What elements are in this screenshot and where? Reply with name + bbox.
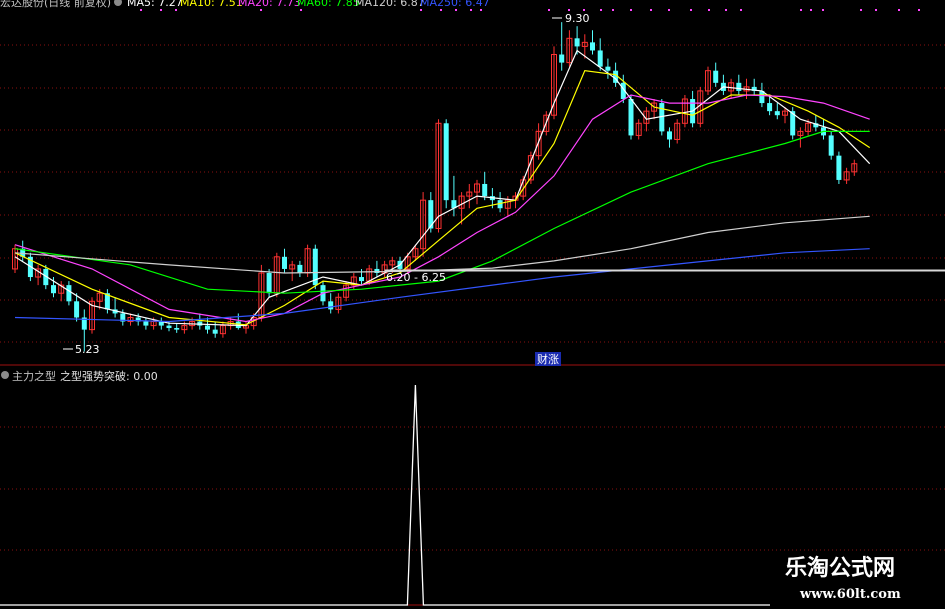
candle-body xyxy=(443,123,449,201)
marker-dot xyxy=(480,9,482,11)
marker-dot xyxy=(810,9,812,11)
marker-dot xyxy=(470,9,472,11)
marker-dot xyxy=(583,9,585,11)
legend-ma10: MA10: 7.51 xyxy=(180,0,243,9)
candle-body xyxy=(836,155,842,180)
candle-body xyxy=(297,264,303,273)
candle-body xyxy=(559,54,565,63)
candle-body xyxy=(605,66,611,71)
legend-ma5: MA5: 7.27 xyxy=(127,0,183,9)
marker-dot xyxy=(708,9,710,11)
marker-dot xyxy=(630,9,632,11)
candle-body xyxy=(328,301,334,310)
marker-dot xyxy=(800,9,802,11)
sub-legend: 主力之型 之型强势突破: 0.00 xyxy=(1,369,158,383)
marker-dot xyxy=(612,9,614,11)
candle-body xyxy=(66,285,72,302)
marker-dot xyxy=(455,9,457,11)
sub-indicator-value: 之型强势突破: 0.00 xyxy=(60,369,158,383)
candle-body xyxy=(828,135,834,156)
tag-badge-label: 财涨 xyxy=(537,352,559,366)
watermark-url: www.60lt.com xyxy=(799,587,901,602)
marker-dot xyxy=(420,9,422,11)
candle-body xyxy=(266,272,272,294)
marker-dot xyxy=(875,9,877,11)
candle-body xyxy=(736,82,742,91)
marker-dot xyxy=(140,9,142,11)
candle-body xyxy=(713,70,719,83)
marker-dot xyxy=(740,9,742,11)
candle-body xyxy=(282,256,287,269)
candle-body xyxy=(774,111,780,116)
marker-dot xyxy=(600,9,602,11)
candle-body xyxy=(767,103,773,112)
candle-body xyxy=(359,277,364,282)
chart-background xyxy=(0,0,945,609)
stock-title: 宏达股份(日线 前复权) xyxy=(0,0,111,9)
candle-body xyxy=(590,42,595,51)
candle-body xyxy=(174,328,180,330)
marker-dot xyxy=(650,9,652,11)
candle-body xyxy=(374,268,380,273)
watermark-title: 乐淘公式网 xyxy=(785,555,895,581)
marker-dot xyxy=(668,9,670,11)
candle-body xyxy=(597,50,603,67)
marker-dot xyxy=(860,9,862,11)
candle xyxy=(836,151,842,184)
legend-ma20: MA20: 7.73 xyxy=(238,0,301,9)
low-price-label: 5.23 xyxy=(75,343,100,356)
marker-dot xyxy=(918,9,920,11)
range-label: 6.20 - 6.25 xyxy=(386,271,446,284)
candle-body xyxy=(482,183,488,197)
sub-panel-title: 主力之型 xyxy=(12,369,56,383)
marker-dot xyxy=(725,9,727,11)
candle xyxy=(828,131,834,160)
main-legend: 宏达股份(日线 前复权) MA5: 7.27 MA10: 7.51 MA20: … xyxy=(0,0,490,9)
marker-dot xyxy=(300,9,302,11)
candle-body xyxy=(628,99,634,136)
candle-body xyxy=(166,325,172,329)
legend-ma120: MA120: 6.87 xyxy=(355,0,425,9)
candle-body xyxy=(212,329,218,334)
candle-body xyxy=(51,285,56,294)
marker-dot xyxy=(690,9,692,11)
candle-body xyxy=(205,325,210,330)
high-price-label: 9.30 xyxy=(565,12,590,25)
candle xyxy=(443,119,449,209)
candle-body xyxy=(74,301,80,318)
candle xyxy=(312,244,318,290)
watermark: 乐淘公式网 www.60lt.com xyxy=(785,555,901,602)
marker-dot xyxy=(548,9,550,11)
marker-dot xyxy=(822,9,824,11)
marker-dot xyxy=(440,9,442,11)
sub-legend-toggle-icon[interactable] xyxy=(1,371,9,379)
marker-dot xyxy=(175,9,177,11)
candle-body xyxy=(574,38,580,47)
marker-dot xyxy=(160,9,162,11)
legend-ma60: MA60: 7.85 xyxy=(297,0,360,9)
legend-ma250: MA250: 6.47 xyxy=(420,0,490,9)
marker-dot xyxy=(568,9,570,11)
candle-body xyxy=(143,321,149,326)
stock-chart[interactable]: 宏达股份(日线 前复权) MA5: 7.27 MA10: 7.51 MA20: … xyxy=(0,0,945,609)
candle-body xyxy=(667,131,672,140)
marker-dot xyxy=(898,9,900,11)
marker-dot xyxy=(260,9,262,11)
